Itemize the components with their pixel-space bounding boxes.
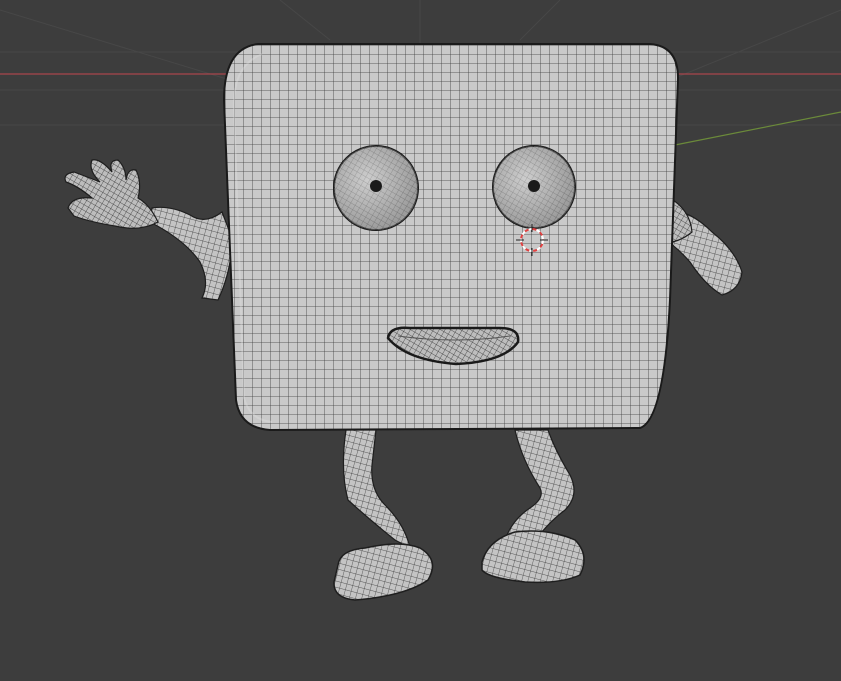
body-mesh: [222, 43, 680, 432]
left-hand: [64, 159, 159, 229]
3d-viewport[interactable]: [0, 0, 841, 681]
left-eye: [333, 145, 419, 231]
left-leg: [342, 429, 411, 550]
right-leg: [504, 429, 575, 549]
y-axis-line: [669, 111, 841, 147]
right-eye: [492, 145, 576, 229]
right-foot: [481, 530, 585, 584]
left-foot: [333, 543, 434, 601]
left-arm: [149, 206, 233, 301]
